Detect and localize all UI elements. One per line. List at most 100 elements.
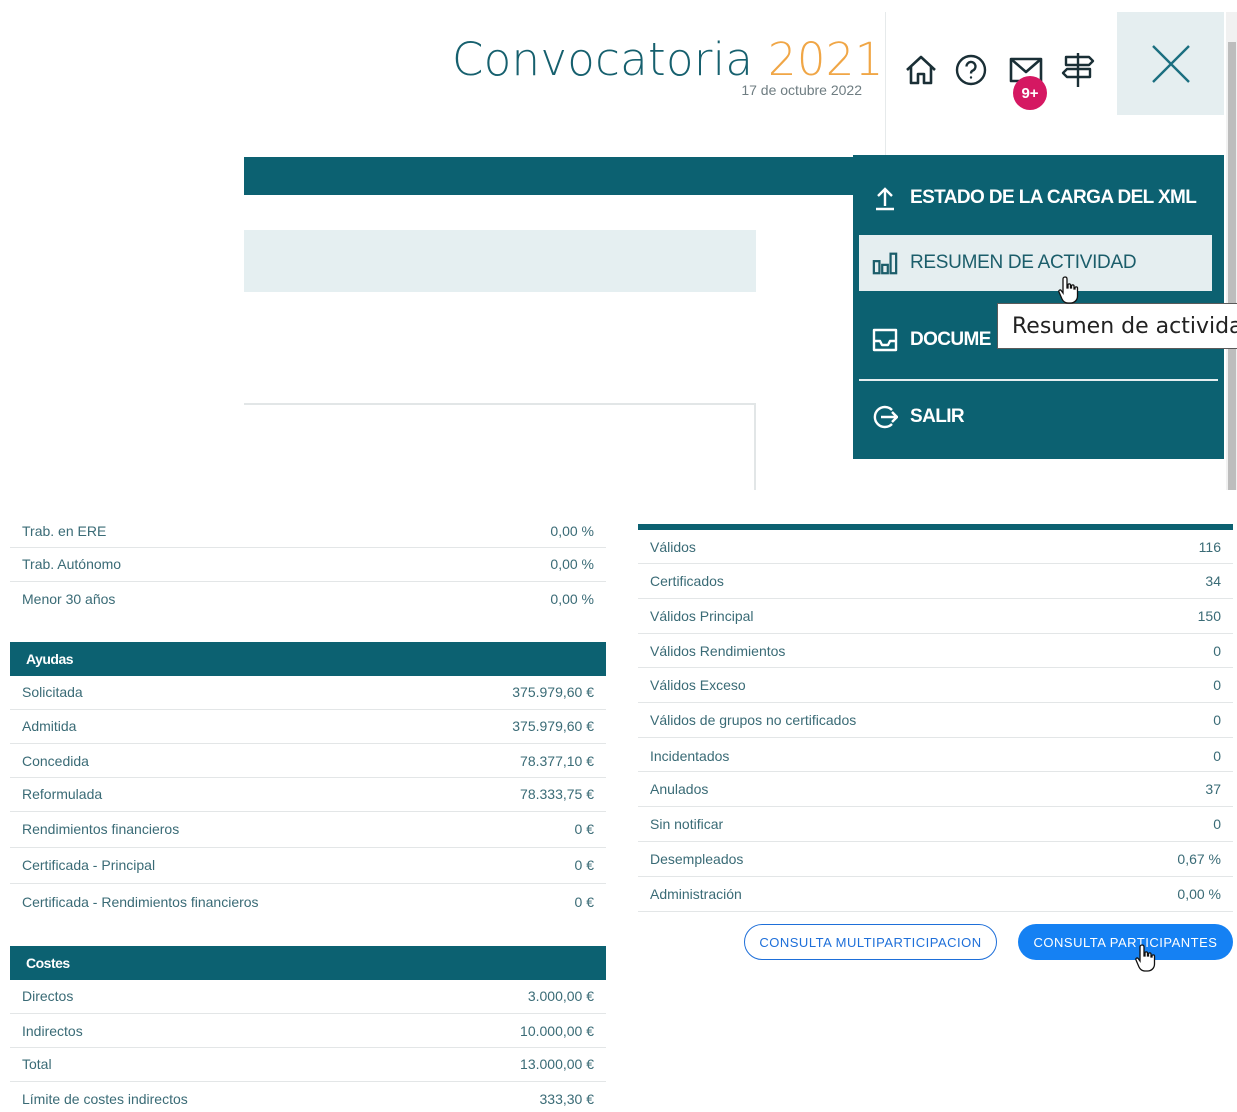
table-row: Directos 3.000,00 € <box>10 980 606 1014</box>
table-row: Trab. Autónomo 0,00 % <box>10 548 606 582</box>
notification-badge[interactable]: 9+ <box>1013 76 1047 110</box>
menu-item-label: SALIR <box>910 406 965 427</box>
title-year: 2021 <box>767 33 884 86</box>
row-label: Certificados <box>650 573 724 589</box>
scrollbar-thumb[interactable] <box>1228 42 1236 490</box>
hand-cursor-icon <box>1135 944 1156 972</box>
table-row: Indirectos 10.000,00 € <box>10 1014 606 1048</box>
menu-item-salir[interactable]: SALIR <box>859 388 1212 446</box>
row-value: 0 <box>1213 816 1221 832</box>
left-table-top: Trab. en ERE 0,00 % Trab. Autónomo 0,00 % … <box>10 514 606 615</box>
menu-separator <box>859 379 1218 381</box>
inbox-icon <box>872 327 898 353</box>
row-value: 0,00 % <box>550 523 594 539</box>
table-row: Menor 30 años 0,00 % <box>10 582 606 615</box>
header-divider <box>885 12 886 162</box>
row-label: Total <box>22 1056 52 1072</box>
row-label: Válidos <box>650 539 696 555</box>
content-highlight-bar <box>244 230 756 292</box>
table-row: Límite de costes indirectos 333,30 € <box>10 1082 606 1112</box>
hand-cursor-icon <box>1058 276 1079 304</box>
table-row: Válidos Rendimientos 0 <box>638 634 1233 668</box>
close-button[interactable] <box>1117 12 1224 115</box>
menu-item-label: ESTADO DE LA CARGA DEL XML <box>910 187 1197 208</box>
page-date: 17 de octubre 2022 <box>741 82 862 98</box>
row-label: Válidos Principal <box>650 608 754 624</box>
content-header-bar <box>244 157 864 195</box>
table-row: Sin notificar 0 <box>638 807 1233 842</box>
row-value: 0,00 % <box>1177 886 1221 902</box>
table-row: Válidos Principal 150 <box>638 599 1233 634</box>
row-label: Anulados <box>650 781 709 797</box>
row-label: Sin notificar <box>650 816 724 832</box>
row-label: Válidos Exceso <box>650 677 746 693</box>
ayudas-heading: Ayudas <box>10 642 606 676</box>
menu-item-label: RESUMEN DE ACTIVIDAD <box>910 252 1137 273</box>
row-label: Reformulada <box>22 786 103 802</box>
row-label: Admitida <box>22 718 77 734</box>
close-icon <box>1151 44 1190 83</box>
consulta-multiparticipacion-button[interactable]: CONSULTA MULTIPARTICIPACION <box>744 924 997 960</box>
table-row: Válidos Exceso 0 <box>638 668 1233 703</box>
table-row: Válidos de grupos no certificados 0 <box>638 703 1233 738</box>
menu-item-label: DOCUME <box>910 329 991 350</box>
row-label: Indirectos <box>22 1023 83 1039</box>
row-label: Válidos Rendimientos <box>650 643 786 659</box>
home-icon[interactable] <box>901 50 941 90</box>
table-row: Certificados 34 <box>638 564 1233 599</box>
row-value: 375.979,60 € <box>512 718 594 734</box>
menu-item-estado-carga-xml[interactable]: ESTADO DE LA CARGA DEL XML <box>859 169 1212 227</box>
row-label: Desempleados <box>650 851 744 867</box>
row-value: 37 <box>1205 781 1221 797</box>
row-value: 0 € <box>574 857 594 873</box>
row-label: Límite de costes indirectos <box>22 1091 188 1107</box>
row-label: Válidos de grupos no certificados <box>650 712 857 728</box>
row-label: Directos <box>22 988 74 1004</box>
ayudas-table: Ayudas Solicitada 375.979,60 € Admitida 37… <box>10 642 606 920</box>
row-value: 0 <box>1213 677 1221 693</box>
row-value: 0,00 % <box>550 591 594 607</box>
row-label: Certificada - Rendimientos financieros <box>22 894 259 910</box>
table-row: Total 13.000,00 € <box>10 1048 606 1082</box>
table-row: Concedida 78.377,10 € <box>10 744 606 778</box>
row-label: Rendimientos financieros <box>22 821 180 837</box>
row-value: 375.979,60 € <box>512 684 594 700</box>
table-row: Administración 0,00 % <box>638 877 1233 912</box>
row-value: 34 <box>1205 573 1221 589</box>
row-value: 0,67 % <box>1177 851 1221 867</box>
menu-item-resumen-actividad[interactable]: RESUMEN DE ACTIVIDAD <box>859 235 1212 291</box>
row-value: 78.377,10 € <box>520 753 594 769</box>
consulta-participantes-button[interactable]: CONSULTA PARTICIPANTES <box>1018 924 1233 960</box>
row-value: 0 € <box>574 894 594 910</box>
row-value: 3.000,00 € <box>527 988 594 1004</box>
table-row: Rendimientos financieros 0 € <box>10 812 606 848</box>
row-value: 150 <box>1197 608 1221 624</box>
row-label: Certificada - Principal <box>22 857 156 873</box>
panel-border-top <box>244 403 756 405</box>
row-label: Menor 30 años <box>22 591 116 607</box>
table-row: Trab. en ERE 0,00 % <box>10 514 606 548</box>
row-value: 10.000,00 € <box>520 1023 594 1039</box>
row-value: 0 <box>1213 643 1221 659</box>
table-row: Certificada - Principal 0 € <box>10 848 606 884</box>
row-label: Solicitada <box>22 684 83 700</box>
right-table: Válidos 116 Certificados 34 Válidos Princi… <box>638 530 1233 912</box>
costes-heading: Costes <box>10 946 606 980</box>
row-label: Trab. Autónomo <box>22 556 122 572</box>
row-value: 333,30 € <box>539 1091 595 1107</box>
row-value: 0 <box>1213 748 1221 764</box>
row-label: Incidentados <box>650 748 730 764</box>
row-value: 0 <box>1213 712 1221 728</box>
table-row: Desempleados 0,67 % <box>638 842 1233 877</box>
signpost-icon[interactable] <box>1058 50 1098 90</box>
table-row: Admitida 375.979,60 € <box>10 710 606 744</box>
row-value: 78.333,75 € <box>520 786 594 802</box>
row-value: 0,00 % <box>550 556 594 572</box>
help-icon[interactable] <box>951 50 991 90</box>
panel-border-right <box>754 403 756 490</box>
costes-table: Costes Directos 3.000,00 € Indirectos 10.0… <box>10 946 606 1112</box>
table-row: Reformulada 78.333,75 € <box>10 778 606 812</box>
row-value: 0 € <box>574 821 594 837</box>
upload-icon <box>872 185 898 211</box>
page-title: Convocatoria 2021 <box>452 34 884 86</box>
